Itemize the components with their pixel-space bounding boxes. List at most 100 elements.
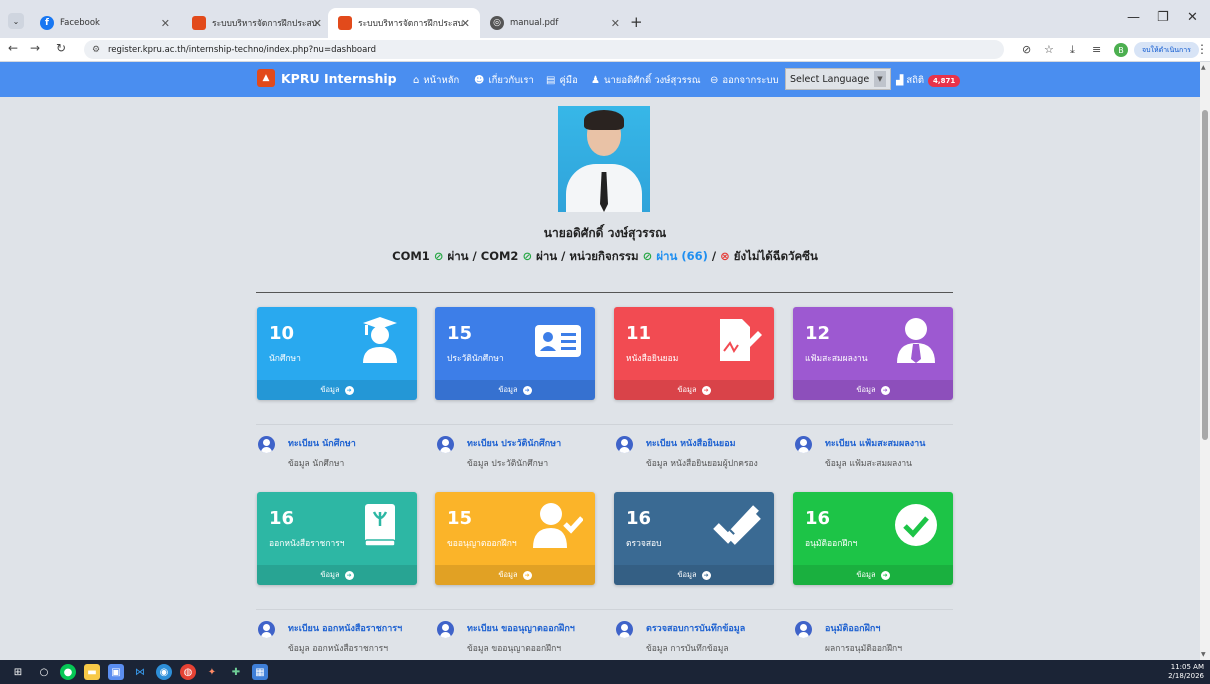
- stats-badge: 4,871: [928, 74, 961, 87]
- info-letters-registry[interactable]: ทะเบียน ออกหนังสือราชการฯ ข้อมูล ออกหนัง…: [256, 613, 426, 657]
- search-icon[interactable]: ○: [36, 664, 52, 680]
- info-consent-registry[interactable]: ทะเบียน หนังสือยินยอม ข้อมูล หนังสือยินย…: [614, 428, 784, 472]
- scroll-up-icon[interactable]: ▲: [1201, 64, 1206, 71]
- browser-tab-kpru-active[interactable]: ระบบบริหารจัดการฝึกประสบการณ์วิช ✕: [328, 8, 480, 38]
- minimize-icon[interactable]: —: [1127, 10, 1140, 25]
- bookmark-star-icon[interactable]: ☆: [1044, 43, 1054, 56]
- kpru-logo-icon: ▲: [257, 69, 275, 87]
- arrow-right-icon: ➜: [701, 570, 711, 580]
- info-student-registry[interactable]: ทะเบียน นักศึกษา ข้อมูล นักศึกษา: [256, 428, 426, 472]
- eye-off-icon[interactable]: ⊘: [1022, 43, 1031, 56]
- browser-toolbar: ← → ↻ ⚙ register.kpru.ac.th/internship-t…: [0, 38, 1210, 62]
- address-bar[interactable]: ⚙ register.kpru.ac.th/internship-techno/…: [84, 40, 1004, 59]
- card-review[interactable]: 16 ตรวจสอบ ข้อมูล ➜: [614, 492, 774, 585]
- info-portfolio-registry[interactable]: ทะเบียน แฟ้มสะสมผลงาน ข้อมูล แฟ้มสะสมผลง…: [793, 428, 963, 472]
- back-icon[interactable]: ←: [8, 41, 18, 55]
- scroll-down-icon[interactable]: ▼: [1201, 651, 1206, 658]
- site-info-icon[interactable]: ⚙: [92, 45, 100, 55]
- nav-about[interactable]: ☻ เกี่ยวกับเรา: [474, 73, 534, 88]
- menu-icon[interactable]: ⋮: [1196, 42, 1208, 56]
- check-circle-icon: [895, 504, 937, 546]
- close-tab-icon[interactable]: ✕: [611, 17, 620, 30]
- new-tab-button[interactable]: +: [630, 13, 643, 31]
- info-title[interactable]: ตรวจสอบการบันทึกข้อมูล: [646, 621, 745, 635]
- nav-label: เกี่ยวกับเรา: [488, 75, 534, 86]
- card-footer-link[interactable]: ข้อมูล ➜: [614, 565, 774, 585]
- user-circle-icon: [795, 621, 812, 638]
- card-label: ตรวจสอบ: [626, 539, 662, 549]
- card-footer-link[interactable]: ข้อมูล ➜: [614, 380, 774, 400]
- app-icon[interactable]: ▣: [108, 664, 124, 680]
- close-tab-icon[interactable]: ✕: [313, 17, 322, 30]
- tab-title: manual.pdf: [510, 18, 559, 28]
- card-footer-link[interactable]: ข้อมูล ➜: [435, 380, 595, 400]
- close-tab-icon[interactable]: ✕: [161, 17, 170, 30]
- info-approval[interactable]: อนุมัติออกฝึกฯ ผลการอนุมัติออกฝึกฯ: [793, 613, 963, 657]
- kpru-icon: [338, 16, 352, 30]
- nav-label: คู่มือ: [559, 75, 578, 86]
- user-circle-icon: [258, 436, 275, 453]
- card-footer-link[interactable]: ข้อมูล ➜: [257, 380, 417, 400]
- card-footer-link[interactable]: ข้อมูล ➜: [435, 565, 595, 585]
- info-title[interactable]: ทะเบียน ประวัตินักศึกษา: [467, 436, 561, 450]
- finish-setup-button[interactable]: จบให้ดำเนินการ: [1134, 42, 1199, 58]
- vscode-icon[interactable]: ⋈: [132, 664, 148, 680]
- restore-icon[interactable]: ❐: [1157, 10, 1169, 25]
- card-internship-permission[interactable]: 15 ขออนุญาตออกฝึกฯ ข้อมูล ➜: [435, 492, 595, 585]
- card-footer-link[interactable]: ข้อมูล ➜: [793, 380, 953, 400]
- close-tab-icon[interactable]: ✕: [461, 17, 470, 30]
- info-title[interactable]: ทะเบียน หนังสือยินยอม: [646, 436, 736, 450]
- page-scrollbar[interactable]: ▲ ▼: [1200, 62, 1210, 660]
- card-students[interactable]: 10 นักศึกษา ข้อมูล ➜: [257, 307, 417, 400]
- system-clock[interactable]: 11:05 AM 2/18/2026: [1168, 663, 1204, 681]
- profile-avatar[interactable]: B: [1114, 43, 1128, 57]
- file-explorer-icon[interactable]: ▬: [84, 664, 100, 680]
- tab-search-button[interactable]: ⌄: [8, 13, 24, 29]
- card-footer-link[interactable]: ข้อมูล ➜: [793, 565, 953, 585]
- card-consent-letters[interactable]: 11 หนังสือยินยอม ข้อมูล ➜: [614, 307, 774, 400]
- download-icon[interactable]: ⤓: [1070, 43, 1075, 57]
- windows-start-icon[interactable]: ⊞: [10, 664, 26, 680]
- info-title[interactable]: อนุมัติออกฝึกฯ: [825, 621, 880, 635]
- browser-tab-facebook[interactable]: f Facebook ✕: [30, 8, 180, 38]
- app-icon[interactable]: ✦: [204, 664, 220, 680]
- info-student-profile-registry[interactable]: ทะเบียน ประวัตินักศึกษา ข้อมูล ประวัตินั…: [435, 428, 605, 472]
- browser-tab-kpru-1[interactable]: ระบบบริหารจัดการฝึกประสบการณ์วิช ✕: [182, 8, 332, 38]
- info-title[interactable]: ทะเบียน แฟ้มสะสมผลงาน: [825, 436, 925, 450]
- line-app-icon[interactable]: ●: [60, 664, 76, 680]
- browser-tab-manual[interactable]: ◎ manual.pdf ✕: [480, 8, 630, 38]
- info-permission-registry[interactable]: ทะเบียน ขออนุญาตออกฝึกฯ ข้อมูล ขออนุญาตอ…: [435, 613, 605, 657]
- graduate-icon: [363, 317, 397, 363]
- app-icon[interactable]: ✚: [228, 664, 244, 680]
- app-icon[interactable]: ▦: [252, 664, 268, 680]
- reload-icon[interactable]: ↻: [56, 41, 66, 55]
- card-label: นักศึกษา: [269, 354, 301, 364]
- nav-home[interactable]: ⌂ หน้าหลัก: [413, 73, 459, 88]
- forward-icon[interactable]: →: [30, 41, 40, 55]
- nav-stats[interactable]: ▟ สถิติ 4,871: [896, 73, 961, 88]
- nav-manual[interactable]: ▤ คู่มือ: [546, 73, 578, 88]
- tab-title: ระบบบริหารจัดการฝึกประสบการณ์วิช: [212, 19, 317, 29]
- document-icon: ▤: [546, 75, 556, 86]
- scroll-thumb[interactable]: [1202, 110, 1208, 440]
- brand[interactable]: ▲ KPRU Internship: [257, 69, 397, 87]
- chrome-icon[interactable]: ◍: [180, 664, 196, 680]
- info-title[interactable]: ทะเบียน นักศึกษา: [288, 436, 356, 450]
- id-card-icon: [535, 325, 581, 357]
- info-title[interactable]: ทะเบียน ออกหนังสือราชการฯ: [288, 621, 402, 635]
- card-footer-link[interactable]: ข้อมูล ➜: [257, 565, 417, 585]
- card-internship-approval[interactable]: 16 อนุมัติออกฝึกฯ ข้อมูล ➜: [793, 492, 953, 585]
- nav-logout[interactable]: ⊖ ออกจากระบบ: [710, 73, 778, 88]
- close-window-icon[interactable]: ✕: [1187, 10, 1198, 25]
- row-divider: [256, 609, 953, 610]
- card-student-profiles[interactable]: 15 ประวัตินักศึกษา ข้อมูล ➜: [435, 307, 595, 400]
- media-icon[interactable]: ≡: [1092, 43, 1101, 56]
- card-official-letters[interactable]: 16 ออกหนังสือราชการฯ ข้อมูล ➜: [257, 492, 417, 585]
- info-title[interactable]: ทะเบียน ขออนุญาตออกฝึกฯ: [467, 621, 575, 635]
- nav-user[interactable]: ♟ นายอดิศักดิ์ วงษ์สุวรรณ: [591, 73, 701, 88]
- info-data-review[interactable]: ตรวจสอบการบันทึกข้อมูล ข้อมูล การบันทึกข…: [614, 613, 784, 657]
- language-select[interactable]: Select Language ▼: [785, 68, 891, 90]
- card-portfolio[interactable]: 12 แฟ้มสะสมผลงาน ข้อมูล ➜: [793, 307, 953, 400]
- edge-icon[interactable]: ◉: [156, 664, 172, 680]
- card-count: 15: [447, 508, 473, 529]
